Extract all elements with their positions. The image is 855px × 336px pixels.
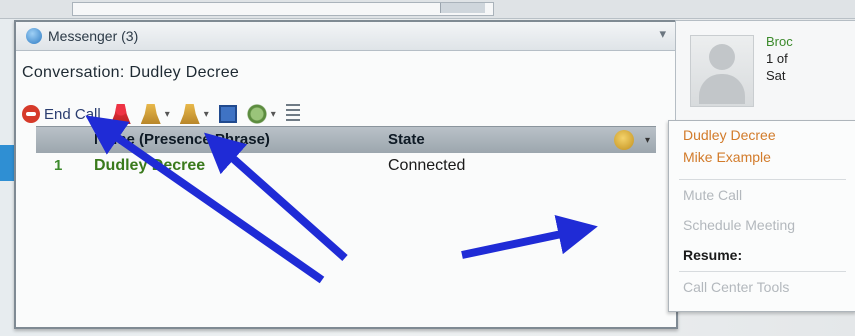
arrow-to-menu: [461, 215, 598, 259]
arrow-to-remove-participant: [204, 132, 348, 261]
annotation-arrows: [85, 115, 598, 284]
arrow-to-end-call: [85, 115, 325, 284]
